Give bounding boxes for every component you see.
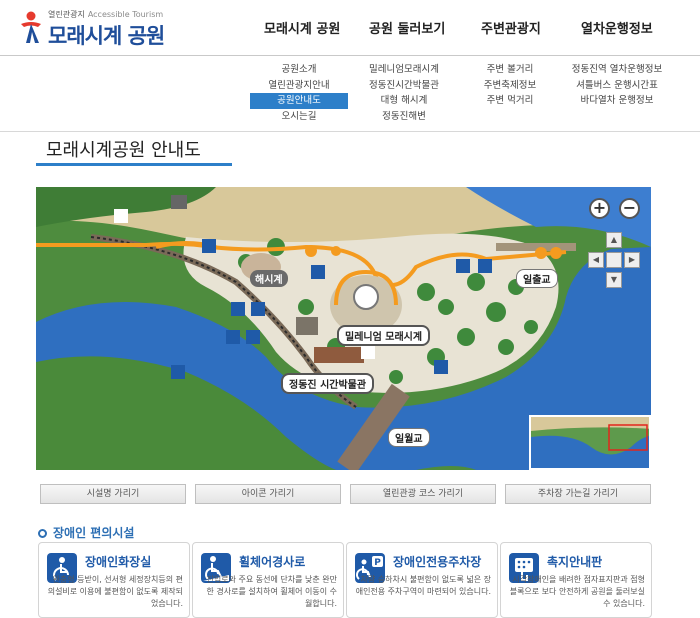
svg-text:P: P (374, 558, 381, 568)
submenu-time-museum[interactable]: 정동진시간박물관 (356, 78, 452, 94)
nav-nearby[interactable]: 주변관광지 (481, 18, 541, 37)
zoom-in-button[interactable]: + (589, 198, 610, 219)
zoom-out-button[interactable]: − (619, 198, 640, 219)
submenu-col-train: 정동진역 열차운행정보 셔틀버스 운행시간표 바다열차 운행정보 (562, 62, 672, 109)
facility-card-ramp: 휠체어경사로 진입로와 주요 동선에 단차를 낮춘 완만한 경사로를 설치하여 … (192, 542, 344, 618)
logo-tagline-en: Accessible Tourism (87, 10, 164, 19)
nav-tour[interactable]: 공원 둘러보기 (369, 18, 445, 37)
submenu-station-schedule[interactable]: 정동진역 열차운행정보 (562, 62, 672, 78)
facility-card-title: 장애인화장실 (85, 555, 152, 569)
map-label-sundial[interactable]: 해시계 (250, 270, 288, 287)
hide-icons-button[interactable]: 아이콘 가리기 (195, 484, 341, 504)
submenu-sandglass[interactable]: 밀레니엄모래시계 (356, 62, 452, 78)
pan-down-button[interactable]: ▼ (606, 272, 622, 288)
facility-card-desc: 완충형 등받이, 선서형 세정장치등의 편의설비로 이용에 불편함이 없도록 제… (47, 575, 183, 608)
submenu-park-map[interactable]: 공원안내도 (250, 93, 348, 109)
submenu-col-nearby: 주변 볼거리 주변축제정보 주변 먹거리 (470, 62, 550, 109)
map-label-sandglass[interactable]: 밀레니엄 모래시계 (337, 325, 431, 346)
submenu-directions[interactable]: 오시는길 (250, 109, 348, 125)
pan-left-button[interactable]: ◀ (588, 252, 604, 268)
hide-accessible-course-button[interactable]: 열린관광 코스 가리기 (350, 484, 496, 504)
map-label-museum[interactable]: 정동진 시간박물관 (281, 373, 375, 394)
hide-parking-route-button[interactable]: 주차장 가는길 가리기 (505, 484, 651, 504)
facility-card-title: 휠체어경사로 (239, 555, 306, 569)
submenu-sundial[interactable]: 대형 해시계 (356, 93, 452, 109)
facility-card-tactile: 촉지안내판 시각장애인을 배려한 점자표지판과 점형블록으로 보다 안전하게 공… (500, 542, 652, 618)
submenu-sea-train[interactable]: 바다열차 운행정보 (562, 93, 672, 109)
submenu-food[interactable]: 주변 먹거리 (470, 93, 550, 109)
facility-card-title: 장애인전용주차장 (393, 555, 482, 569)
logo-tagline: 열린관광지 Accessible Tourism (48, 9, 163, 20)
facility-card-toilet: 장애인화장실 완충형 등받이, 선서형 세정장치등의 편의설비로 이용에 불편함… (38, 542, 190, 618)
map-label-sunrise-bridge[interactable]: 일출교 (516, 269, 558, 288)
site-logo[interactable]: 열린관광지 Accessible Tourism 모래시계 공원 (18, 6, 188, 50)
submenu-park-intro[interactable]: 공원소개 (250, 62, 348, 78)
pan-up-button[interactable]: ▲ (606, 232, 622, 248)
page-title-text: 모래시계공원 안내도 (46, 140, 201, 161)
facility-section-title-text: 장애인 편의시설 (53, 526, 135, 540)
submenu-beach[interactable]: 정동진해변 (356, 109, 452, 125)
pan-right-button[interactable]: ▶ (624, 252, 640, 268)
page-title: 모래시계공원 안내도 (36, 134, 232, 166)
submenu-col-tour: 밀레니엄모래시계 정동진시간박물관 대형 해시계 정동진해변 (356, 62, 452, 124)
facility-card-title: 촉지안내판 (547, 555, 603, 569)
logo-person-icon (21, 11, 41, 43)
logo-tagline-ko: 열린관광지 (48, 10, 85, 19)
nav-park[interactable]: 모래시계 공원 (264, 18, 340, 37)
minimap-illustration (531, 417, 649, 468)
facility-card-parking: P 장애인전용주차장 차량 승하차시 불편함이 없도록 넓은 장애인전용 주차구… (346, 542, 498, 618)
submenu-col-park: 공원소개 열린관광지안내 공원안내도 오시는길 (250, 62, 348, 124)
logo-text: 모래시계 공원 (48, 24, 165, 48)
facility-card-desc: 시각장애인을 배려한 점자표지판과 점형블록으로 보다 안전하게 공원을 둘러보… (509, 575, 645, 608)
submenu-accessible-info[interactable]: 열린관광지안내 (250, 78, 348, 94)
submenu-sights[interactable]: 주변 볼거리 (470, 62, 550, 78)
submenu-shuttle-schedule[interactable]: 셔틀버스 운행시간표 (562, 78, 672, 94)
submenu-festivals[interactable]: 주변축제정보 (470, 78, 550, 94)
pan-center-button[interactable] (606, 252, 622, 268)
minimap[interactable] (529, 415, 651, 470)
park-map[interactable]: 해시계 밀레니엄 모래시계 정동진 시간박물관 일출교 일월교 + − ▲ ◀ … (36, 187, 651, 470)
site-header: 열린관광지 Accessible Tourism 모래시계 공원 모래시계 공원 … (0, 0, 700, 56)
submenu-panel: 공원소개 열린관광지안내 공원안내도 오시는길 밀레니엄모래시계 정동진시간박물… (0, 56, 700, 132)
bullet-icon (38, 529, 47, 538)
hide-facility-names-button[interactable]: 시설명 가리기 (40, 484, 186, 504)
facility-card-desc: 차량 승하차시 불편함이 없도록 넓은 장애인전용 주차구역이 마련되어 있습니… (355, 575, 491, 596)
map-label-moon-bridge[interactable]: 일월교 (388, 428, 430, 447)
facility-section-title: 장애인 편의시설 (38, 524, 134, 541)
facility-card-desc: 진입로와 주요 동선에 단차를 낮춘 완만한 경사로를 설치하여 휠체어 이동이… (206, 575, 337, 608)
nav-train[interactable]: 열차운행정보 (581, 18, 653, 37)
